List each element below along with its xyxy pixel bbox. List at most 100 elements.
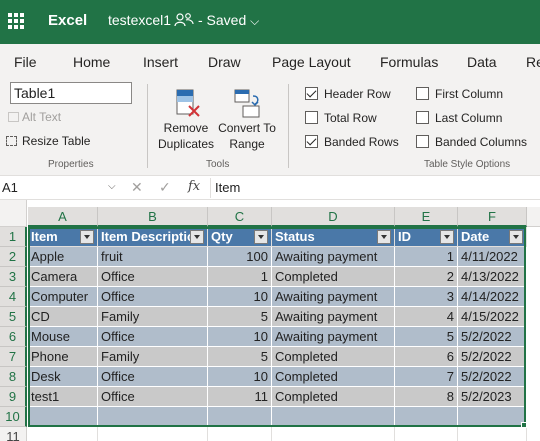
table-cell[interactable]	[208, 407, 272, 427]
table-cell[interactable]: Awaiting payment	[272, 287, 395, 307]
fill-handle[interactable]	[521, 422, 527, 428]
table-cell[interactable]	[272, 407, 395, 427]
alt-text-button[interactable]: Alt Text	[8, 110, 61, 124]
table-cell[interactable]: 4/13/2022	[458, 267, 527, 287]
table-cell[interactable]: Apple	[28, 247, 98, 267]
tab-insert[interactable]: Insert	[143, 54, 178, 70]
row-header-5[interactable]: 5	[0, 307, 27, 327]
table-cell[interactable]: Awaiting payment	[272, 327, 395, 347]
grid-cell[interactable]	[98, 427, 208, 441]
filter-dropdown-icon[interactable]	[254, 230, 268, 244]
saved-status[interactable]: - Saved ⌵	[198, 12, 259, 29]
last-column-checkbox[interactable]	[416, 111, 429, 124]
header-row-checkbox[interactable]	[305, 87, 318, 100]
table-cell[interactable]: 3	[395, 287, 458, 307]
grid-cell[interactable]	[28, 427, 98, 441]
tab-page-layout[interactable]: Page Layout	[272, 54, 351, 70]
table-cell[interactable]: Desk	[28, 367, 98, 387]
table-cell[interactable]: Office	[98, 287, 208, 307]
table-cell[interactable]: Completed	[272, 347, 395, 367]
filter-dropdown-icon[interactable]	[80, 230, 94, 244]
table-cell[interactable]: Computer	[28, 287, 98, 307]
remove-duplicates-button[interactable]: Remove Duplicates	[157, 86, 215, 156]
first-column-checkbox[interactable]	[416, 87, 429, 100]
table-cell[interactable]: test1	[28, 387, 98, 407]
document-name[interactable]: testexcel1	[108, 12, 171, 28]
cancel-icon[interactable]: ✕	[131, 179, 143, 196]
table-cell[interactable]: 8	[395, 387, 458, 407]
app-name[interactable]: Excel	[48, 12, 87, 29]
table-cell[interactable]: CD	[28, 307, 98, 327]
column-header-f[interactable]: F	[458, 207, 527, 227]
table-cell[interactable]: 4	[395, 307, 458, 327]
name-box[interactable]: A1	[0, 177, 120, 199]
tab-draw[interactable]: Draw	[208, 54, 241, 70]
row-header-11[interactable]: 11	[0, 427, 27, 441]
table-cell[interactable]: 6	[395, 347, 458, 367]
table-cell[interactable]: Office	[98, 327, 208, 347]
grid-cell[interactable]	[395, 427, 458, 441]
table-cell[interactable]	[28, 407, 98, 427]
column-header-a[interactable]: A	[28, 207, 98, 227]
table-cell[interactable]: Camera	[28, 267, 98, 287]
row-header-9[interactable]: 9	[0, 387, 27, 407]
table-cell[interactable]: 5	[208, 347, 272, 367]
table-cell[interactable]	[458, 407, 527, 427]
table-cell[interactable]: fruit	[98, 247, 208, 267]
chevron-down-icon[interactable]: ⌵	[108, 181, 116, 192]
table-cell[interactable]: 7	[395, 367, 458, 387]
table-cell[interactable]: 4/14/2022	[458, 287, 527, 307]
tab-review[interactable]: Re	[526, 54, 540, 70]
column-header-e[interactable]: E	[395, 207, 458, 227]
table-cell[interactable]: 100	[208, 247, 272, 267]
column-header-g[interactable]	[527, 207, 540, 227]
row-header-10[interactable]: 10	[0, 407, 27, 427]
table-cell[interactable]: Office	[98, 387, 208, 407]
table-cell[interactable]: Completed	[272, 267, 395, 287]
row-header-3[interactable]: 3	[0, 267, 27, 287]
row-header-1[interactable]: 1	[0, 227, 27, 247]
table-cell[interactable]: Awaiting payment	[272, 307, 395, 327]
table-cell[interactable]: Awaiting payment	[272, 247, 395, 267]
row-header-7[interactable]: 7	[0, 347, 27, 367]
table-cell[interactable]: 5	[208, 307, 272, 327]
spreadsheet-grid[interactable]: A B C D E F 1 2 3 4 5 6 7 8 9 10 11 Item Item Description Q…	[0, 200, 540, 441]
table-cell[interactable]: Office	[98, 367, 208, 387]
table-cell[interactable]: 5/2/2022	[458, 347, 527, 367]
tab-formulas[interactable]: Formulas	[380, 54, 438, 70]
table-cell[interactable]: 1	[395, 247, 458, 267]
table-cell[interactable]: 5/2/2022	[458, 367, 527, 387]
table-cell[interactable]: 4/11/2022	[458, 247, 527, 267]
table-cell[interactable]: 10	[208, 367, 272, 387]
select-all-corner[interactable]	[0, 200, 27, 227]
waffle-icon[interactable]	[8, 13, 24, 29]
table-cell[interactable]: 10	[208, 327, 272, 347]
table-cell[interactable]: 5/2/2023	[458, 387, 527, 407]
insert-function-icon[interactable]: fx	[188, 179, 200, 194]
check-icon[interactable]: ✓	[159, 179, 171, 196]
table-cell[interactable]: Mouse	[28, 327, 98, 347]
column-header-b[interactable]: B	[98, 207, 208, 227]
tab-data[interactable]: Data	[467, 54, 497, 70]
column-header-d[interactable]: D	[272, 207, 395, 227]
convert-to-range-button[interactable]: Convert To Range	[216, 86, 278, 156]
formula-input[interactable]: Item	[215, 180, 240, 195]
grid-cell[interactable]	[458, 427, 527, 441]
row-header-2[interactable]: 2	[0, 247, 27, 267]
table-cell[interactable]: Completed	[272, 367, 395, 387]
table-cell[interactable]: 4/15/2022	[458, 307, 527, 327]
table-name-input[interactable]: Table1	[10, 82, 132, 104]
row-header-4[interactable]: 4	[0, 287, 27, 307]
table-cell[interactable]: Family	[98, 347, 208, 367]
table-cell[interactable]: 2	[395, 267, 458, 287]
tab-file[interactable]: File	[14, 54, 37, 70]
grid-cell[interactable]	[272, 427, 395, 441]
filter-dropdown-icon[interactable]	[190, 230, 204, 244]
table-cell[interactable]	[98, 407, 208, 427]
filter-dropdown-icon[interactable]	[377, 230, 391, 244]
table-cell[interactable]: Completed	[272, 387, 395, 407]
filter-dropdown-icon[interactable]	[509, 230, 523, 244]
table-cell[interactable]: Family	[98, 307, 208, 327]
total-row-checkbox[interactable]	[305, 111, 318, 124]
banded-columns-checkbox[interactable]	[416, 135, 429, 148]
